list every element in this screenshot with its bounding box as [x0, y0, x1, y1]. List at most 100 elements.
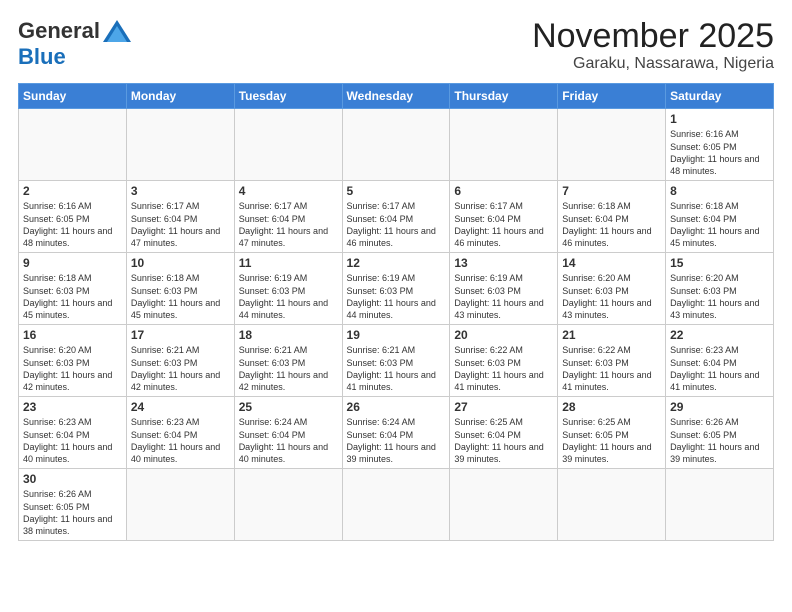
day-number: 24 — [131, 400, 230, 414]
col-monday: Monday — [126, 84, 234, 109]
day-number: 19 — [347, 328, 446, 342]
table-row: 20 Sunrise: 6:22 AM Sunset: 6:03 PM Dayli… — [450, 325, 558, 397]
table-row: 9 Sunrise: 6:18 AM Sunset: 6:03 PM Daylig… — [19, 253, 127, 325]
day-number: 17 — [131, 328, 230, 342]
day-number: 5 — [347, 184, 446, 198]
day-info: Sunrise: 6:26 AM Sunset: 6:05 PM Dayligh… — [670, 416, 769, 465]
table-row: 10Sunrise: 6:18 AM Sunset: 6:03 PM Dayli… — [126, 253, 234, 325]
table-row: 29Sunrise: 6:26 AM Sunset: 6:05 PM Dayli… — [666, 397, 774, 469]
day-info: Sunrise: 6:26 AM Sunset: 6:05 PM Dayligh… — [23, 488, 122, 537]
day-number: 8 — [670, 184, 769, 198]
day-info: Sunrise: 6:24 AM Sunset: 6:04 PM Dayligh… — [239, 416, 338, 465]
day-info: Sunrise: 6:24 AM Sunset: 6:04 PM Dayligh… — [347, 416, 446, 465]
day-number: 14 — [562, 256, 661, 270]
day-info: Sunrise: 6:21 AM Sunset: 6:03 PM Dayligh… — [131, 344, 230, 393]
table-row: 12Sunrise: 6:19 AM Sunset: 6:03 PM Dayli… — [342, 253, 450, 325]
table-row — [342, 469, 450, 541]
subtitle: Garaku, Nassarawa, Nigeria — [532, 55, 774, 73]
table-row: 5 Sunrise: 6:17 AM Sunset: 6:04 PM Daylig… — [342, 181, 450, 253]
day-number: 10 — [131, 256, 230, 270]
table-row — [666, 469, 774, 541]
day-info: Sunrise: 6:17 AM Sunset: 6:04 PM Dayligh… — [347, 200, 446, 249]
col-friday: Friday — [558, 84, 666, 109]
table-row: 8 Sunrise: 6:18 AM Sunset: 6:04 PM Daylig… — [666, 181, 774, 253]
day-number: 12 — [347, 256, 446, 270]
day-info: Sunrise: 6:19 AM Sunset: 6:03 PM Dayligh… — [239, 272, 338, 321]
day-number: 6 — [454, 184, 553, 198]
col-thursday: Thursday — [450, 84, 558, 109]
day-number: 15 — [670, 256, 769, 270]
table-row — [450, 109, 558, 181]
day-info: Sunrise: 6:20 AM Sunset: 6:03 PM Dayligh… — [670, 272, 769, 321]
header: General Blue November 2025 Garaku, Nassa… — [18, 18, 774, 73]
day-number: 22 — [670, 328, 769, 342]
table-row: 21 Sunrise: 6:22 AM Sunset: 6:03 PM Dayli… — [558, 325, 666, 397]
logo-icon — [103, 20, 131, 42]
day-info: Sunrise: 6:18 AM Sunset: 6:04 PM Dayligh… — [670, 200, 769, 249]
table-row — [342, 109, 450, 181]
day-number: 21 — [562, 328, 661, 342]
table-row: 23 Sunrise: 6:23 AM Sunset: 6:04 PM Dayli… — [19, 397, 127, 469]
table-row — [126, 109, 234, 181]
day-number: 30 — [23, 472, 122, 486]
table-row — [126, 469, 234, 541]
table-row: 16Sunrise: 6:20 AM Sunset: 6:03 PM Dayli… — [19, 325, 127, 397]
day-info: Sunrise: 6:19 AM Sunset: 6:03 PM Dayligh… — [454, 272, 553, 321]
title-block: November 2025 Garaku, Nassarawa, Nigeria — [532, 18, 774, 73]
table-row — [234, 109, 342, 181]
table-row: 27Sunrise: 6:25 AM Sunset: 6:04 PM Dayli… — [450, 397, 558, 469]
table-row: 14 Sunrise: 6:20 AM Sunset: 6:03 PM Dayli… — [558, 253, 666, 325]
day-number: 27 — [454, 400, 553, 414]
page: General Blue November 2025 Garaku, Nassa… — [0, 0, 792, 612]
day-info: Sunrise: 6:22 AM Sunset: 6:03 PM Dayligh… — [562, 344, 661, 393]
day-number: 11 — [239, 256, 338, 270]
col-tuesday: Tuesday — [234, 84, 342, 109]
table-row: 15 Sunrise: 6:20 AM Sunset: 6:03 PM Dayli… — [666, 253, 774, 325]
table-row: 11 Sunrise: 6:19 AM Sunset: 6:03 PM Dayli… — [234, 253, 342, 325]
day-number: 26 — [347, 400, 446, 414]
table-row: 18 Sunrise: 6:21 AM Sunset: 6:03 PM Dayli… — [234, 325, 342, 397]
day-info: Sunrise: 6:25 AM Sunset: 6:05 PM Dayligh… — [562, 416, 661, 465]
day-info: Sunrise: 6:18 AM Sunset: 6:04 PM Dayligh… — [562, 200, 661, 249]
table-row: 2Sunrise: 6:16 AM Sunset: 6:05 PM Daylig… — [19, 181, 127, 253]
day-info: Sunrise: 6:17 AM Sunset: 6:04 PM Dayligh… — [131, 200, 230, 249]
day-number: 18 — [239, 328, 338, 342]
table-row: 28 Sunrise: 6:25 AM Sunset: 6:05 PM Dayli… — [558, 397, 666, 469]
calendar: Sunday Monday Tuesday Wednesday Thursday… — [18, 83, 774, 541]
table-row: 3 Sunrise: 6:17 AM Sunset: 6:04 PM Daylig… — [126, 181, 234, 253]
day-info: Sunrise: 6:23 AM Sunset: 6:04 PM Dayligh… — [131, 416, 230, 465]
table-row — [450, 469, 558, 541]
table-row: 4Sunrise: 6:17 AM Sunset: 6:04 PM Daylig… — [234, 181, 342, 253]
table-row: 13 Sunrise: 6:19 AM Sunset: 6:03 PM Dayli… — [450, 253, 558, 325]
day-number: 25 — [239, 400, 338, 414]
day-number: 28 — [562, 400, 661, 414]
day-info: Sunrise: 6:21 AM Sunset: 6:03 PM Dayligh… — [347, 344, 446, 393]
day-number: 20 — [454, 328, 553, 342]
day-info: Sunrise: 6:18 AM Sunset: 6:03 PM Dayligh… — [23, 272, 122, 321]
logo-general-text: General — [18, 18, 100, 44]
table-row — [558, 109, 666, 181]
table-row — [558, 469, 666, 541]
table-row: 30 Sunrise: 6:26 AM Sunset: 6:05 PM Dayli… — [19, 469, 127, 541]
day-number: 9 — [23, 256, 122, 270]
day-info: Sunrise: 6:23 AM Sunset: 6:04 PM Dayligh… — [23, 416, 122, 465]
day-info: Sunrise: 6:17 AM Sunset: 6:04 PM Dayligh… — [454, 200, 553, 249]
table-row: 24 Sunrise: 6:23 AM Sunset: 6:04 PM Dayli… — [126, 397, 234, 469]
logo-blue-text: Blue — [18, 44, 66, 70]
day-number: 23 — [23, 400, 122, 414]
table-row — [234, 469, 342, 541]
day-info: Sunrise: 6:20 AM Sunset: 6:03 PM Dayligh… — [562, 272, 661, 321]
month-title: November 2025 — [532, 18, 774, 55]
day-info: Sunrise: 6:21 AM Sunset: 6:03 PM Dayligh… — [239, 344, 338, 393]
day-number: 13 — [454, 256, 553, 270]
day-number: 3 — [131, 184, 230, 198]
table-row: 25 Sunrise: 6:24 AM Sunset: 6:04 PM Dayli… — [234, 397, 342, 469]
day-number: 4 — [239, 184, 338, 198]
table-row: 1Sunrise: 6:16 AM Sunset: 6:05 PM Daylig… — [666, 109, 774, 181]
day-info: Sunrise: 6:22 AM Sunset: 6:03 PM Dayligh… — [454, 344, 553, 393]
table-row: 26 Sunrise: 6:24 AM Sunset: 6:04 PM Dayli… — [342, 397, 450, 469]
logo: General Blue — [18, 18, 131, 70]
col-saturday: Saturday — [666, 84, 774, 109]
day-info: Sunrise: 6:16 AM Sunset: 6:05 PM Dayligh… — [23, 200, 122, 249]
table-row: 22Sunrise: 6:23 AM Sunset: 6:04 PM Dayli… — [666, 325, 774, 397]
